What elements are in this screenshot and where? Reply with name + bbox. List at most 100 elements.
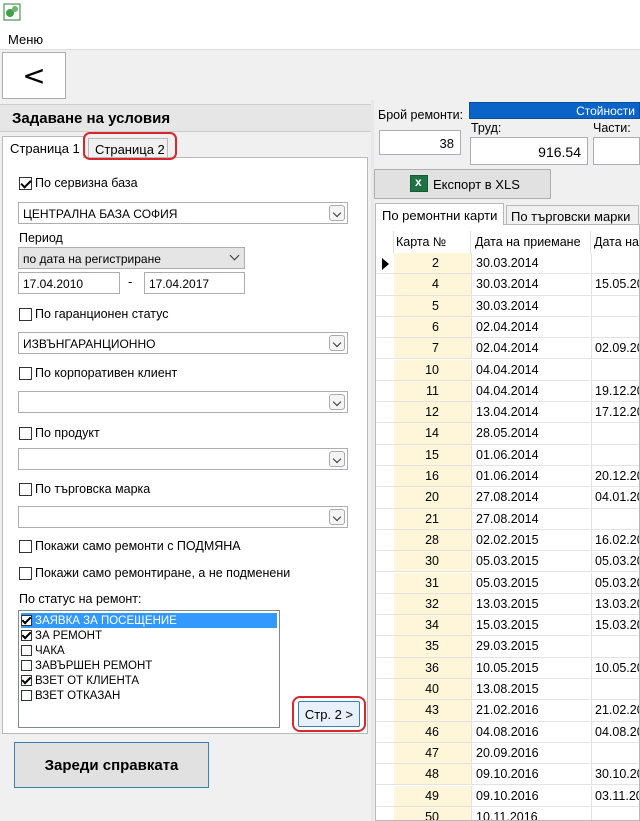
table-cell[interactable]: 02.09.20 — [591, 338, 639, 359]
table-row[interactable]: 20 27.08.2014 04.01.20 — [376, 487, 639, 509]
table-cell[interactable]: 05.03.2015 — [471, 572, 591, 593]
row-selector[interactable] — [376, 529, 394, 551]
table-cell[interactable]: 19.12.20 — [591, 380, 639, 402]
table-cell[interactable]: 16.02.20 — [591, 529, 639, 551]
row-selector[interactable] — [376, 806, 394, 820]
row-selector[interactable] — [376, 359, 394, 380]
row-selector[interactable] — [376, 679, 394, 700]
table-row[interactable]: 43 21.02.2016 21.02.20 — [376, 700, 639, 722]
product-filter[interactable]: По продукт — [19, 426, 100, 440]
table-cell[interactable]: 28.05.2014 — [471, 423, 591, 444]
table-row[interactable]: 12 13.04.2014 17.12.20 — [376, 402, 639, 424]
table-cell[interactable] — [591, 742, 639, 764]
table-row[interactable]: 15 01.06.2014 — [376, 444, 639, 466]
table-cell[interactable]: 30.03.2014 — [471, 295, 591, 316]
table-cell[interactable]: 6 — [394, 316, 471, 338]
table-cell[interactable]: 16 — [394, 466, 471, 487]
load-report-button[interactable]: Зареди справката — [14, 742, 209, 788]
status-checkbox[interactable] — [21, 615, 32, 626]
table-cell[interactable]: 50 — [394, 806, 471, 820]
table-row[interactable]: 40 13.08.2015 — [376, 679, 639, 701]
table-cell[interactable]: 30.10.20 — [591, 764, 639, 785]
table-cell[interactable]: 29.03.2015 — [471, 636, 591, 657]
row-selector[interactable] — [376, 295, 394, 316]
table-cell[interactable]: 09.10.2016 — [471, 785, 591, 806]
table-cell[interactable]: 21.02.20 — [591, 700, 639, 721]
row-selector[interactable] — [376, 402, 394, 423]
row-selector[interactable] — [376, 657, 394, 678]
row-selector[interactable] — [376, 593, 394, 615]
table-cell[interactable]: 30.03.2014 — [471, 253, 591, 274]
table-row[interactable]: 10 04.04.2014 — [376, 359, 639, 381]
table-row[interactable]: 31 05.03.2015 05.03.20 — [376, 572, 639, 594]
table-cell[interactable]: 14 — [394, 423, 471, 444]
table-cell[interactable]: 7 — [394, 338, 471, 359]
table-cell[interactable]: 04.01.20 — [591, 487, 639, 508]
table-cell[interactable] — [591, 444, 639, 465]
status-checkbox[interactable] — [21, 675, 32, 686]
table-cell[interactable]: 17.12.20 — [591, 402, 639, 423]
chevron-down-icon[interactable] — [329, 509, 345, 525]
table-cell[interactable]: 05.03.20 — [591, 572, 639, 593]
warranty-select[interactable]: ИЗВЪНГАРАНЦИОННО — [18, 332, 348, 354]
status-checkbox[interactable] — [21, 690, 32, 701]
table-cell[interactable]: 5 — [394, 295, 471, 316]
table-row[interactable]: 46 04.08.2016 04.08.20 — [376, 721, 639, 743]
only-replace-filter[interactable]: Покажи само ремонти с ПОДМЯНА — [19, 539, 241, 553]
row-selector[interactable] — [376, 380, 394, 402]
warranty-checkbox[interactable] — [19, 307, 32, 321]
row-selector[interactable] — [376, 764, 394, 785]
table-cell[interactable] — [591, 359, 639, 380]
column-header[interactable]: Дата на приемане — [471, 231, 591, 253]
table-cell[interactable]: 35 — [394, 636, 471, 657]
warranty-filter[interactable]: По гаранционен статус — [19, 307, 169, 321]
table-cell[interactable]: 04.04.2014 — [471, 380, 591, 402]
chevron-down-icon[interactable] — [329, 394, 345, 410]
panel-splitter[interactable] — [371, 100, 374, 821]
table-row[interactable]: 5 30.03.2014 — [376, 295, 639, 317]
corporate-checkbox[interactable] — [19, 366, 32, 380]
table-cell[interactable]: 04.08.2016 — [471, 721, 591, 742]
table-row[interactable]: 7 02.04.2014 02.09.20 — [376, 338, 639, 360]
status-item[interactable]: ЗА РЕМОНТ — [21, 628, 277, 643]
table-cell[interactable]: 11 — [394, 380, 471, 402]
table-cell[interactable]: 03.11.20 — [591, 785, 639, 806]
table-cell[interactable]: 30.03.2014 — [471, 274, 591, 295]
table-row[interactable]: 30 05.03.2015 05.03.20 — [376, 551, 639, 573]
table-cell[interactable]: 15.03.2015 — [471, 615, 591, 636]
table-cell[interactable]: 02.04.2014 — [471, 316, 591, 338]
table-cell[interactable]: 01.06.2014 — [471, 444, 591, 465]
tab-page-1[interactable]: Страница 1 — [2, 136, 84, 158]
table-cell[interactable]: 34 — [394, 615, 471, 636]
chevron-down-icon[interactable] — [329, 335, 345, 351]
table-cell[interactable]: 49 — [394, 785, 471, 806]
row-selector[interactable] — [376, 338, 394, 359]
table-cell[interactable]: 15.03.20 — [591, 615, 639, 636]
table-row[interactable]: 48 09.10.2016 30.10.20 — [376, 764, 639, 786]
table-cell[interactable]: 21 — [394, 508, 471, 529]
table-row[interactable]: 35 29.03.2015 — [376, 636, 639, 658]
row-selector[interactable] — [376, 572, 394, 593]
table-cell[interactable]: 27.08.2014 — [471, 487, 591, 508]
table-cell[interactable]: 36 — [394, 657, 471, 678]
back-button[interactable]: < — [2, 52, 66, 99]
status-checkbox[interactable] — [21, 645, 32, 656]
table-row[interactable]: 6 02.04.2014 — [376, 316, 639, 339]
only-repair-checkbox[interactable] — [19, 566, 32, 580]
brand-filter[interactable]: По търговска марка — [19, 482, 150, 496]
row-selector[interactable] — [376, 274, 394, 295]
table-cell[interactable] — [591, 295, 639, 316]
row-selector[interactable] — [376, 636, 394, 657]
period-to-field[interactable]: 17.04.2017 — [144, 272, 245, 294]
service-base-checkbox[interactable] — [19, 176, 32, 190]
table-cell[interactable] — [591, 806, 639, 820]
table-cell[interactable]: 2 — [394, 253, 471, 274]
table-row[interactable]: 28 02.02.2015 16.02.20 — [376, 529, 639, 552]
status-list[interactable]: ЗАЯВКА ЗА ПОСЕЩЕНИЕ ЗА РЕМОНТ ЧАКА ЗАВЪР… — [18, 610, 280, 728]
row-selector[interactable] — [376, 444, 394, 465]
row-selector[interactable] — [376, 700, 394, 721]
table-row[interactable]: 16 01.06.2014 20.12.20 — [376, 466, 639, 488]
table-cell[interactable] — [591, 253, 639, 274]
status-item[interactable]: ВЗЕТ ОТ КЛИЕНТА — [21, 673, 277, 688]
table-cell[interactable]: 20.09.2016 — [471, 742, 591, 764]
